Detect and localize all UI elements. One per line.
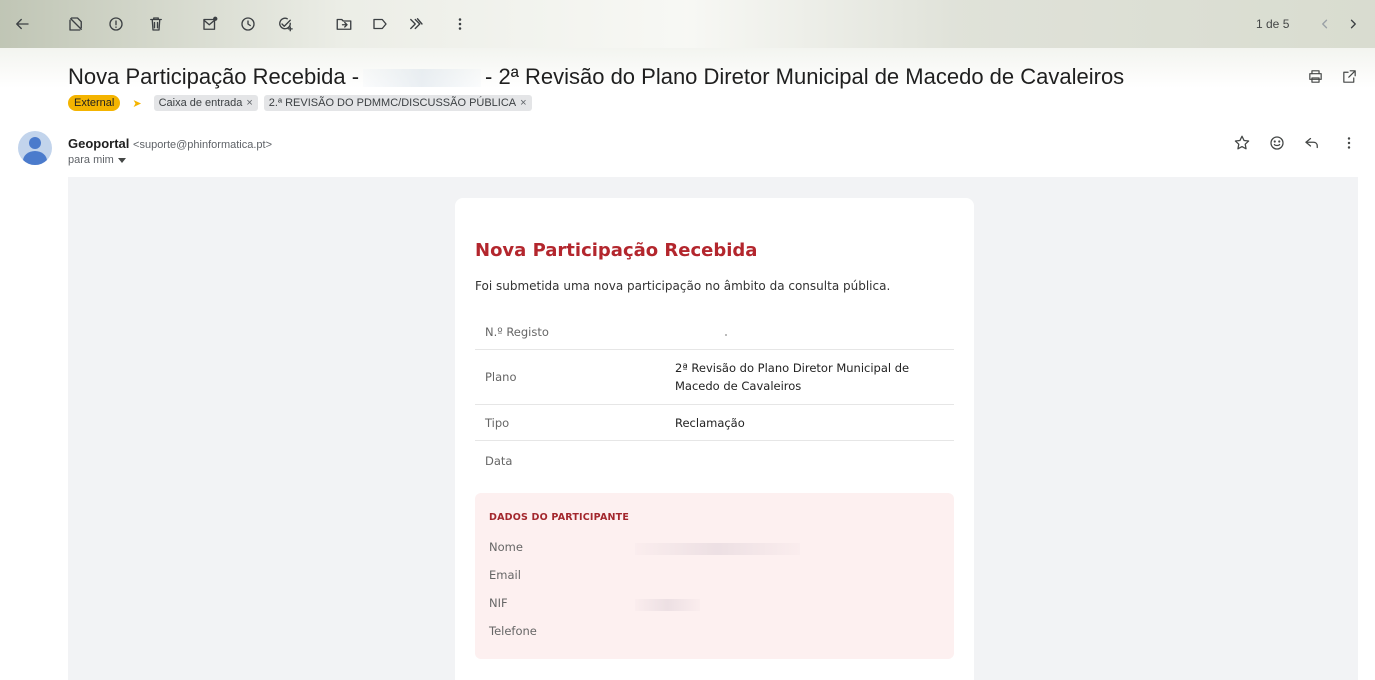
redacted-text [363, 69, 482, 88]
pager-count: 1 de 5 [1256, 17, 1290, 31]
older-icon[interactable] [1341, 12, 1365, 36]
snooze-icon[interactable] [236, 12, 260, 36]
participant-section: DADOS DO PARTICIPANTE Nome Email NIF Tel… [475, 493, 954, 659]
recipient-label: para mim [68, 154, 114, 166]
info-table: N.º Registo Plano 2ª Revisão do Plano Di… [475, 314, 954, 481]
table-row: Plano 2ª Revisão do Plano Diretor Munici… [475, 350, 954, 405]
reply-icon[interactable] [1303, 134, 1321, 157]
recipient-toggle[interactable]: para mim [68, 154, 126, 166]
avatar[interactable] [18, 131, 52, 165]
avatar-body [23, 151, 47, 165]
email-subject: Nova Participação Recebida - - 2ª Revisão… [68, 64, 1124, 90]
card-title: Nova Participação Recebida [475, 240, 758, 261]
chip-remove-icon[interactable]: × [520, 97, 526, 109]
row-value: 2ª Revisão do Plano Diretor Municipal de… [675, 361, 910, 393]
row-label: Data [485, 454, 513, 468]
message-more-icon[interactable] [1340, 134, 1358, 157]
field-label-name: Nome [489, 540, 523, 554]
row-label: Tipo [485, 415, 510, 430]
emoji-reaction-icon[interactable] [1268, 134, 1286, 157]
external-badge: External [68, 95, 121, 111]
label-chips: External ➤ Caixa de entrada × 2.ª REVISÃ… [68, 94, 532, 112]
newer-icon[interactable] [1313, 12, 1337, 36]
card-intro: Foi submetida uma nova participação no â… [475, 279, 891, 293]
sender-name[interactable]: Geoportal [68, 136, 129, 151]
field-label-email: Email [489, 568, 521, 582]
table-row: Data [475, 441, 954, 481]
chip-remove-icon[interactable]: × [246, 97, 252, 109]
message-toolbar: 1 de 5 [0, 0, 1375, 48]
redacted-value [725, 334, 727, 336]
subject-suffix: - 2ª Revisão do Plano Diretor Municipal … [485, 64, 1125, 89]
row-label: N.º Registo [485, 324, 549, 339]
table-row: N.º Registo [475, 314, 954, 350]
add-task-icon[interactable] [273, 12, 297, 36]
row-label: Plano [485, 370, 517, 384]
star-icon[interactable] [1233, 134, 1251, 157]
importance-marker-icon[interactable]: ➤ [132, 97, 141, 110]
label-icon[interactable] [368, 12, 392, 36]
table-row: Tipo Reclamação [475, 405, 954, 441]
print-icon[interactable] [1307, 68, 1324, 90]
mark-unread-icon[interactable] [198, 12, 222, 36]
back-arrow-icon[interactable] [10, 12, 34, 36]
chip-label: 2.ª REVISÃO DO PDMMC/DISCUSSÃO PÚBLICA [268, 97, 517, 109]
report-spam-icon[interactable] [64, 12, 88, 36]
redacted-value [635, 543, 800, 555]
redacted-value [635, 599, 700, 611]
subject-prefix: Nova Participação Recebida - [68, 64, 360, 89]
field-label-nif: NIF [489, 596, 508, 610]
caret-down-icon [117, 157, 126, 163]
avatar-head [29, 137, 41, 149]
forward-all-icon[interactable] [404, 12, 428, 36]
more-icon[interactable] [448, 12, 472, 36]
field-label-phone: Telefone [489, 624, 537, 638]
notification-card: Nova Participação Recebida Foi submetida… [455, 198, 974, 680]
participant-title: DADOS DO PARTICIPANTE [489, 512, 630, 523]
sender-email: <suporte@phinformatica.pt> [133, 139, 272, 151]
chip-inbox: Caixa de entrada × [153, 95, 258, 111]
move-to-icon[interactable] [332, 12, 356, 36]
report-icon[interactable] [104, 12, 128, 36]
chip-label: Caixa de entrada [158, 97, 243, 109]
sender-info: Geoportal <suporte@phinformatica.pt> [68, 136, 272, 151]
row-value: Reclamação [675, 415, 745, 430]
chip-discussion: 2.ª REVISÃO DO PDMMC/DISCUSSÃO PÚBLICA × [263, 95, 532, 111]
open-in-new-window-icon[interactable] [1341, 68, 1358, 90]
delete-icon[interactable] [144, 12, 168, 36]
